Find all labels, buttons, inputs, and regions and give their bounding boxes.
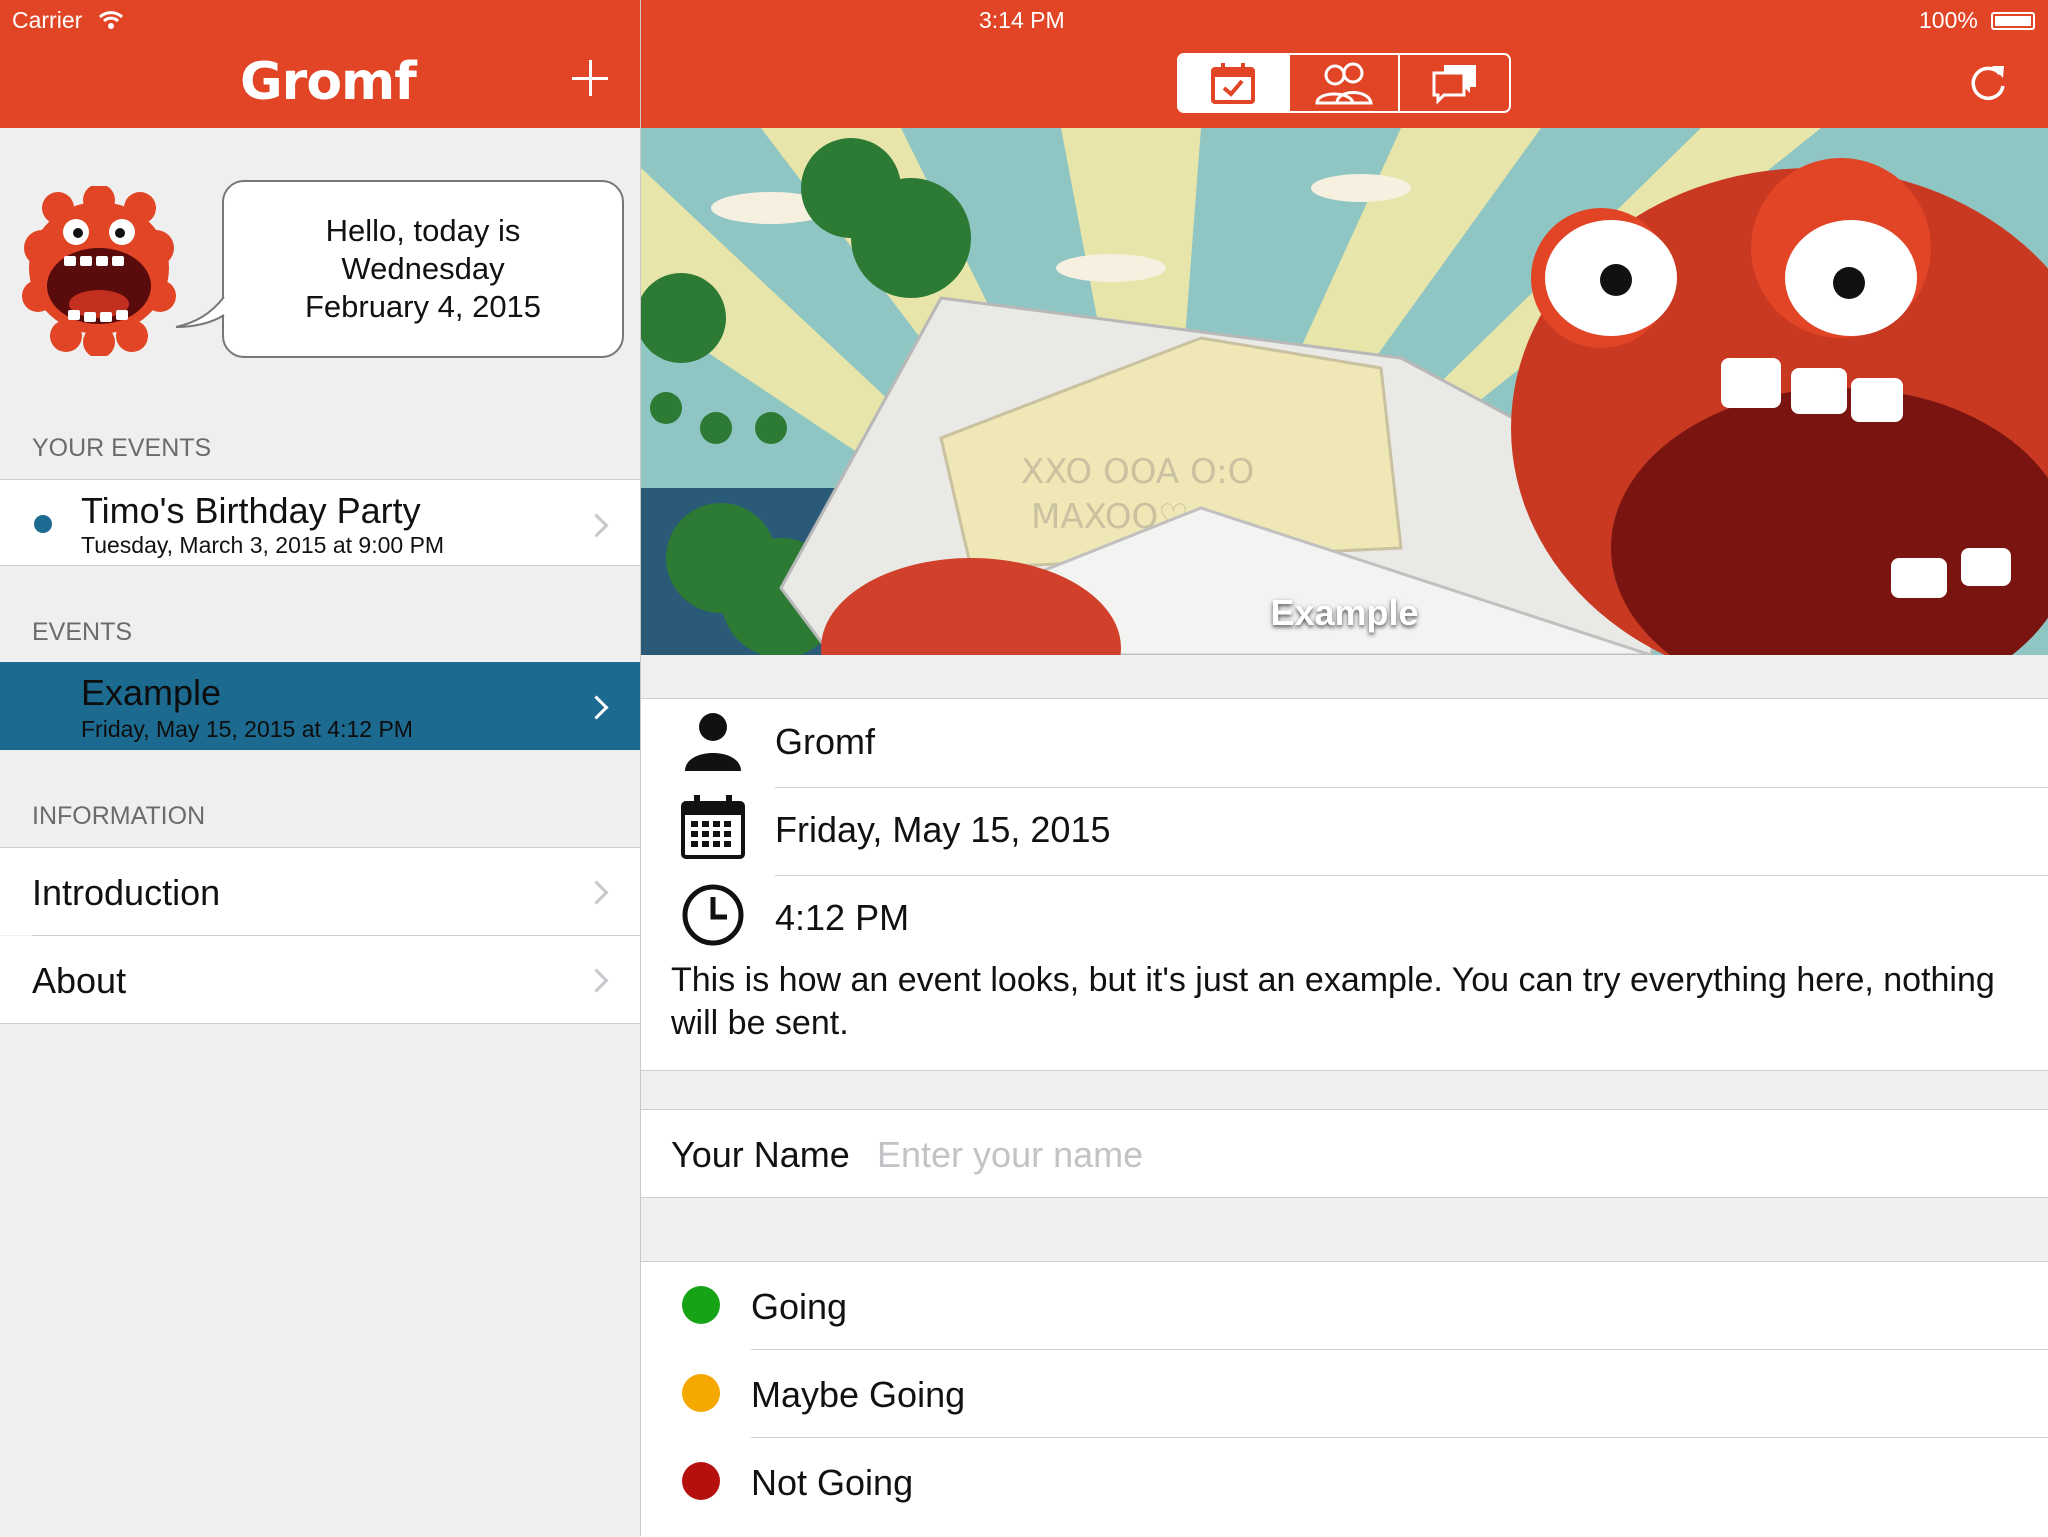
event-description-block: This is how an event looks, but it's jus…: [641, 961, 2048, 1071]
sidebar-item-label: Introduction: [32, 872, 221, 913]
name-field-label: Your Name: [671, 1134, 850, 1175]
greeting-line-3: February 4, 2015: [304, 289, 542, 324]
sidebar: Hello, today is Wednesday February 4, 20…: [0, 128, 640, 1536]
event-title: Timo's Birthday Party: [81, 490, 421, 531]
cover-illustration: XXO OOA O:O MAXOO♡≈: [641, 128, 2048, 655]
battery-label: 100%: [1919, 7, 1978, 33]
rsvp-option-maybe-going[interactable]: Maybe Going: [641, 1350, 2048, 1437]
separator: [775, 875, 2048, 876]
rsvp-list: Going Maybe Going Not Going: [641, 1261, 2048, 1537]
separator: [0, 1023, 640, 1024]
rsvp-label: Going: [751, 1286, 848, 1327]
chevron-right-icon: [584, 880, 609, 905]
carrier-label: Carrier: [12, 7, 83, 33]
section-header-events: EVENTS: [32, 618, 133, 646]
svg-text:XXO OOA O:O: XXO OOA O:O: [1021, 452, 1254, 492]
event-row-timos-birthday-party[interactable]: Timo's Birthday Party Tuesday, March 3, …: [0, 480, 640, 565]
going-status-dot: [682, 1286, 720, 1324]
event-subtitle: Tuesday, March 3, 2015 at 9:00 PM: [81, 532, 445, 558]
name-input[interactable]: [877, 1134, 1977, 1176]
event-description: This is how an event looks, but it's jus…: [671, 961, 1995, 1042]
chevron-right-icon: [584, 695, 609, 720]
person-icon: [685, 713, 741, 771]
not-going-status-dot: [682, 1462, 720, 1500]
separator: [775, 787, 2048, 788]
rsvp-option-going[interactable]: Going: [641, 1262, 2048, 1349]
wifi-icon: [98, 11, 124, 29]
gromf-mascot-image: [22, 186, 176, 356]
event-cover-image: XXO OOA O:O MAXOO♡≈ Example: [641, 128, 2048, 655]
sidebar-item-label: About: [32, 960, 127, 1001]
view-switcher: [1177, 53, 1511, 113]
rsvp-label: Maybe Going: [751, 1374, 966, 1415]
maybe-status-dot: [682, 1374, 720, 1412]
event-time: 4:12 PM: [775, 897, 910, 938]
add-event-button[interactable]: [568, 56, 612, 100]
clock-label: 3:14 PM: [979, 7, 1065, 33]
greeting-speech-bubble: Hello, today is Wednesday February 4, 20…: [222, 180, 624, 358]
rsvp-label: Not Going: [751, 1462, 914, 1503]
refresh-icon[interactable]: [1966, 60, 2010, 104]
clock-icon: [682, 884, 744, 946]
tab-comments[interactable]: [1400, 55, 1509, 111]
section-header-information: INFORMATION: [32, 802, 206, 830]
speech-bubble-tail: [175, 296, 225, 328]
separator: [0, 565, 640, 566]
battery-icon: [1991, 12, 2035, 30]
sidebar-item-about[interactable]: About: [0, 936, 640, 1023]
section-header-your-events: YOUR EVENTS: [32, 434, 212, 462]
event-organizer: Gromf: [775, 721, 876, 762]
event-detail-pane: XXO OOA O:O MAXOO♡≈ Example Gromf Friday…: [641, 128, 2048, 1537]
chevron-right-icon: [584, 968, 609, 993]
calendar-check-icon: [1211, 63, 1256, 104]
event-indicator-dot: [34, 515, 52, 533]
event-date: Friday, May 15, 2015: [775, 809, 1111, 850]
event-row-example[interactable]: Example Friday, May 15, 2015 at 4:12 PM: [0, 662, 640, 750]
chat-bubbles-icon: [1432, 65, 1476, 105]
app-brand-title: Gromf: [240, 52, 417, 112]
tab-participants[interactable]: [1290, 55, 1401, 111]
people-icon: [1315, 62, 1373, 105]
rsvp-option-not-going[interactable]: Not Going: [641, 1438, 2048, 1525]
chevron-right-icon: [584, 513, 609, 538]
sidebar-item-introduction[interactable]: Introduction: [0, 848, 640, 935]
greeting-line-2: Wednesday: [341, 251, 505, 286]
event-cover-title: Example: [1270, 592, 1419, 633]
left-navigation-bar: Carrier Gromf: [0, 0, 640, 128]
event-title: Example: [81, 672, 222, 713]
event-info-block: Gromf Friday, May 15, 2015 4:12 PM: [641, 698, 2048, 966]
event-subtitle: Friday, May 15, 2015 at 4:12 PM: [81, 716, 413, 742]
greeting-line-1: Hello, today is: [325, 213, 521, 248]
calendar-icon: [681, 795, 745, 859]
name-field-row: Your Name: [641, 1109, 2048, 1198]
tab-event-details[interactable]: [1179, 55, 1290, 111]
